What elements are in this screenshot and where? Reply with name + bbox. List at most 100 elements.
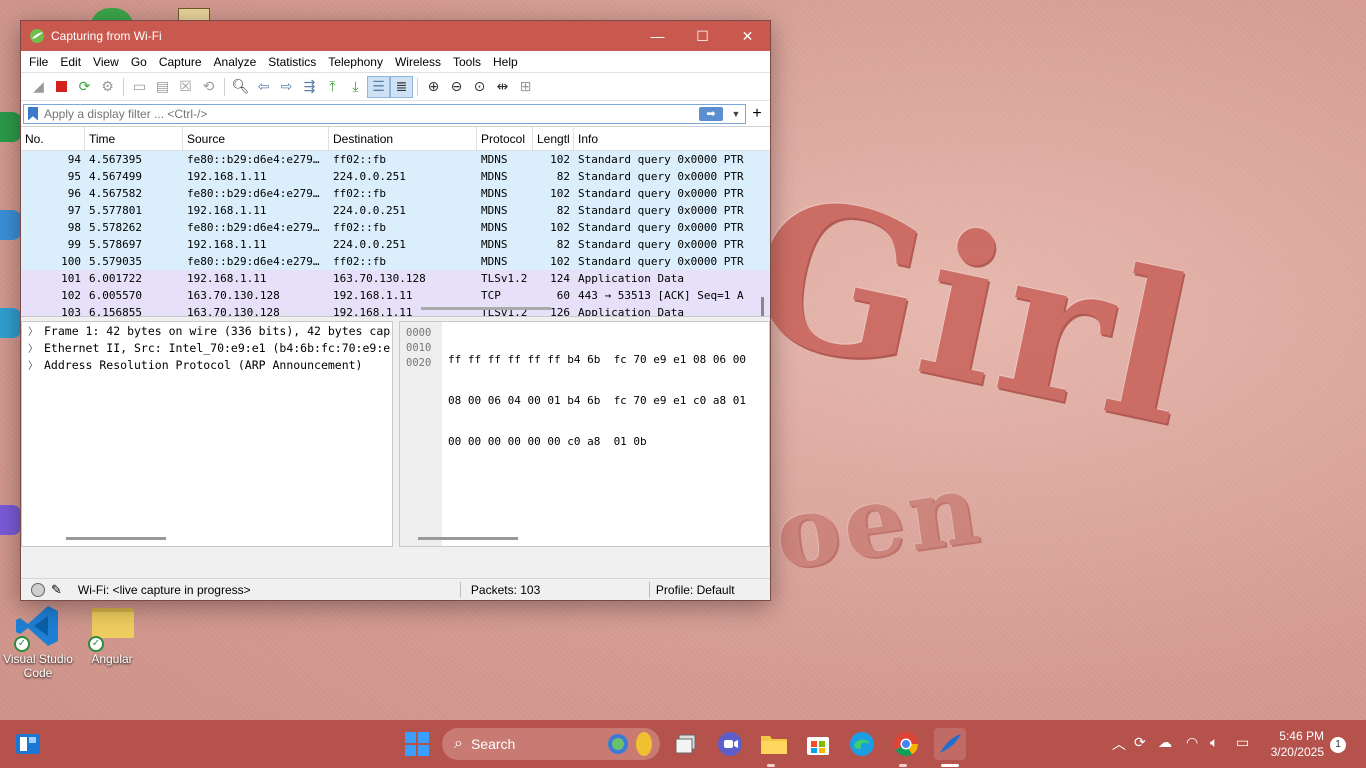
resize-columns-icon[interactable]: ⇹ — [491, 76, 514, 98]
packet-details-pane[interactable]: 〉 Frame 1: 42 bytes on wire (336 bits), 4… — [21, 321, 393, 547]
first-packet-icon[interactable]: ⤒ — [321, 76, 344, 98]
menu-help[interactable]: Help — [489, 55, 526, 69]
expert-info-icon[interactable] — [31, 582, 45, 597]
column-header-time[interactable]: Time — [85, 127, 183, 150]
menu-file[interactable]: File — [25, 55, 56, 69]
packet-row[interactable]: 96 4.567582 fe80::b29:d6e4:e279… ff02::fb MD… — [21, 185, 770, 202]
zoom-out-icon[interactable]: ⊖ — [445, 76, 468, 98]
volume-icon[interactable]: 🔈︎ — [1210, 734, 1218, 751]
column-header-protocol[interactable]: Protocol — [477, 127, 533, 150]
notification-badge[interactable]: 1 — [1330, 737, 1346, 753]
horizontal-scrollbar[interactable] — [418, 537, 518, 540]
meet-icon[interactable] — [714, 728, 746, 760]
zoom-in-icon[interactable]: ⊕ — [422, 76, 445, 98]
packet-row[interactable]: 95 4.567499 192.168.1.11 224.0.0.251 MDNS 82 S… — [21, 168, 770, 185]
packet-row[interactable]: 100 5.579035 fe80::b29:d6e4:e279… ff02::fb M… — [21, 253, 770, 270]
packet-row[interactable]: 99 5.578697 192.168.1.11 224.0.0.251 MDNS 82 S… — [21, 236, 770, 253]
desktop-icon-fragment[interactable] — [0, 112, 22, 142]
minimize-button[interactable]: ― — [635, 21, 680, 51]
file-explorer-icon[interactable] — [758, 728, 790, 760]
battery-icon[interactable]: ▭ — [1236, 734, 1249, 751]
capture-comment-icon[interactable]: ✎ — [51, 582, 62, 598]
column-header-length[interactable]: Lengtl — [533, 127, 574, 150]
title-bar[interactable]: Capturing from Wi-Fi ― ☐ ✕ — [21, 21, 770, 51]
edge-browser-icon[interactable] — [846, 728, 878, 760]
chevron-down-icon[interactable]: ▼ — [727, 109, 745, 119]
last-packet-icon[interactable]: ⤓ — [344, 76, 367, 98]
packet-row[interactable]: 98 5.578262 fe80::b29:d6e4:e279… ff02::fb MD… — [21, 219, 770, 236]
desktop-icon-vscode[interactable]: ✓ Visual Studio Code — [0, 602, 76, 680]
chevron-right-icon[interactable]: 〉 — [22, 323, 44, 338]
chrome-browser-icon[interactable] — [890, 728, 922, 760]
open-file-icon[interactable]: ▭ — [128, 76, 151, 98]
add-filter-button[interactable]: + — [746, 105, 768, 123]
chevron-right-icon[interactable]: 〉 — [22, 340, 44, 355]
task-view-icon[interactable] — [670, 728, 702, 760]
menu-tools[interactable]: Tools — [449, 55, 489, 69]
onedrive-icon[interactable]: ☁ — [1158, 734, 1172, 751]
bookmark-icon[interactable] — [28, 106, 38, 121]
close-file-icon[interactable]: ☒ — [174, 76, 197, 98]
horizontal-scrollbar[interactable] — [66, 537, 166, 540]
profile-status[interactable]: Profile: Default — [656, 583, 735, 597]
tree-item[interactable]: 〉 Ethernet II, Src: Intel_70:e9:e1 (b4:6b… — [22, 339, 392, 356]
zoom-reset-icon[interactable]: ⊙ — [468, 76, 491, 98]
tree-item[interactable]: 〉 Address Resolution Protocol (ARP Announ… — [22, 356, 392, 373]
desktop-icon-fragment[interactable] — [0, 210, 22, 240]
go-forward-icon[interactable]: ⇨ — [275, 76, 298, 98]
wireshark-taskbar-icon[interactable] — [934, 728, 966, 760]
desktop-icon-fragment[interactable] — [0, 308, 22, 338]
wifi-icon[interactable]: ◠ — [1186, 734, 1198, 751]
find-packet-icon[interactable]: 🔍︎ — [229, 76, 252, 98]
show-hidden-icons-icon[interactable]: ︿ — [1112, 734, 1126, 754]
colorize-icon[interactable]: ≣ — [390, 75, 413, 98]
menu-go[interactable]: Go — [127, 55, 155, 69]
microsoft-store-icon[interactable] — [802, 728, 834, 760]
menu-statistics[interactable]: Statistics — [264, 55, 324, 69]
taskbar-search[interactable]: ⌕ Search — [442, 728, 660, 760]
packet-row[interactable]: 97 5.577801 192.168.1.11 224.0.0.251 MDNS 82 S… — [21, 202, 770, 219]
display-filter-field[interactable]: ➡ ▼ — [23, 103, 746, 124]
menu-edit[interactable]: Edit — [56, 55, 89, 69]
column-header-info[interactable]: Info — [574, 127, 752, 150]
vertical-scrollbar[interactable] — [761, 297, 764, 316]
column-header-source[interactable]: Source — [183, 127, 329, 150]
capture-options-icon[interactable]: ⚙ — [96, 76, 119, 98]
maximize-button[interactable]: ☐ — [680, 21, 725, 51]
column-header-destination[interactable]: Destination — [329, 127, 477, 150]
autoscroll-icon[interactable]: ☰ — [367, 75, 390, 98]
packet-row[interactable]: 102 6.005570 163.70.130.128 192.168.1.11 TCP… — [21, 287, 770, 304]
menu-telephony[interactable]: Telephony — [324, 55, 391, 69]
chevron-right-icon[interactable]: 〉 — [22, 357, 44, 372]
widgets-icon[interactable] — [12, 728, 44, 760]
desktop-icon-fragment[interactable] — [0, 505, 22, 535]
tree-item[interactable]: 〉 Frame 1: 42 bytes on wire (336 bits), 4… — [22, 322, 392, 339]
packet-list[interactable]: No. Time Source Destination Protocol Len… — [21, 127, 770, 317]
desktop-icon-angular[interactable]: ✓ Angular — [74, 602, 150, 666]
column-header-no[interactable]: No. — [21, 127, 85, 150]
stop-capture-icon[interactable] — [50, 76, 73, 98]
start-capture-icon[interactable]: ◢ — [27, 76, 50, 98]
packet-row[interactable]: 103 6.156855 163.70.130.128 192.168.1.11 TLS… — [21, 304, 770, 316]
reload-file-icon[interactable]: ⟲ — [197, 76, 220, 98]
sync-status-icon[interactable]: ⟳ — [1134, 734, 1146, 751]
go-back-icon[interactable]: ⇦ — [252, 76, 275, 98]
packet-row[interactable]: 101 6.001722 192.168.1.11 163.70.130.128 TLS… — [21, 270, 770, 287]
menu-view[interactable]: View — [89, 55, 127, 69]
display-filter-input[interactable] — [44, 106, 699, 121]
packet-row[interactable]: 94 4.567395 fe80::b29:d6e4:e279… ff02::fb MD… — [21, 151, 770, 168]
layout-icon[interactable]: ⊞ — [514, 76, 537, 98]
start-icon[interactable] — [401, 728, 433, 760]
apply-filter-icon[interactable]: ➡ — [699, 106, 723, 121]
menu-capture[interactable]: Capture — [155, 55, 210, 69]
close-button[interactable]: ✕ — [725, 21, 770, 51]
menu-analyze[interactable]: Analyze — [210, 55, 265, 69]
system-clock[interactable]: 5:46 PM 3/20/2025 — [1262, 728, 1324, 760]
go-to-packet-icon[interactable]: ⇶ — [298, 76, 321, 98]
packet-bytes-pane[interactable]: 0000 0010 0020 ff ff ff ff ff ff b4 6b f… — [399, 321, 770, 547]
main-toolbar: ◢ ⟳ ⚙ ▭ ▤ ☒ ⟲ 🔍︎ ⇦ ⇨ ⇶ ⤒ ⤓ ☰ ≣ ⊕ ⊖ ⊙ ⇹ ⊞ — [21, 73, 770, 101]
restart-capture-icon[interactable]: ⟳ — [73, 76, 96, 98]
save-file-icon[interactable]: ▤ — [151, 76, 174, 98]
horizontal-scrollbar[interactable] — [421, 307, 551, 310]
menu-wireless[interactable]: Wireless — [391, 55, 449, 69]
